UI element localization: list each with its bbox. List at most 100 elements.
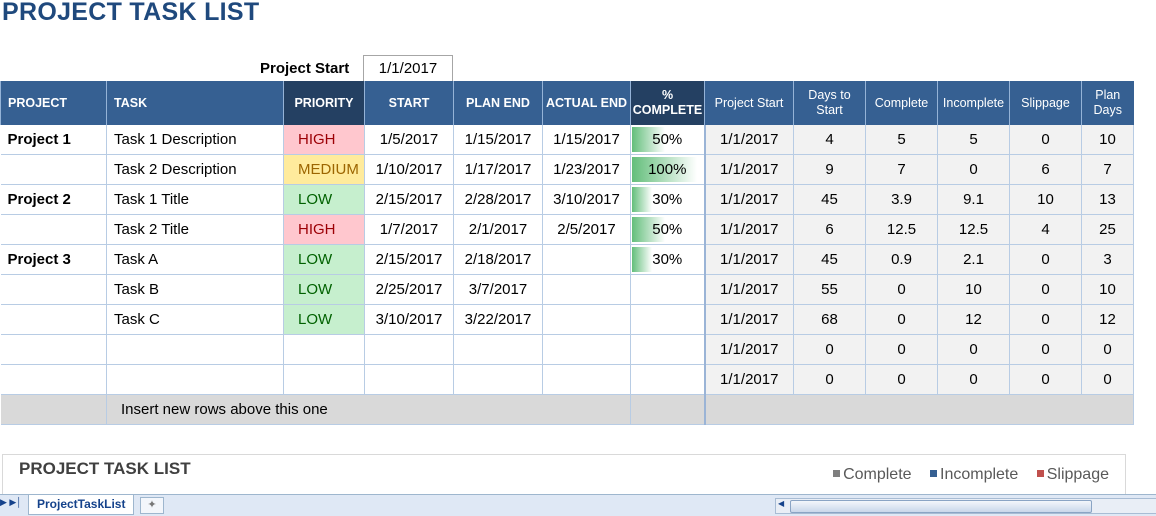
cell-start[interactable]: 1/5/2017 — [364, 125, 454, 155]
cell-start[interactable] — [364, 364, 454, 395]
cell-actual-end[interactable]: 1/23/2017 — [542, 154, 631, 185]
cell-actual-end[interactable]: 1/15/2017 — [542, 125, 631, 155]
cell-incomplete[interactable]: 0 — [937, 364, 1010, 395]
cell-plan-days[interactable]: 3 — [1081, 244, 1134, 275]
scroll-left-icon[interactable]: ◀ — [778, 499, 784, 508]
cell-project[interactable]: Project 2 — [0, 184, 107, 215]
cell-incomplete[interactable]: 9.1 — [937, 184, 1010, 215]
cell-priority[interactable]: LOW — [283, 184, 365, 215]
cell-project-start[interactable]: 1/1/2017 — [703, 214, 794, 245]
header-complete[interactable]: Complete — [865, 81, 938, 125]
cell-actual-end[interactable] — [542, 334, 631, 365]
cell-project[interactable] — [0, 214, 107, 245]
cell-project[interactable] — [0, 274, 107, 305]
cell-incomplete[interactable]: 12.5 — [937, 214, 1010, 245]
cell-plan-end[interactable] — [453, 364, 543, 395]
cell-plan-end[interactable]: 3/22/2017 — [453, 304, 543, 335]
cell-complete[interactable]: 0 — [865, 304, 938, 335]
header-actual-end[interactable]: ACTUAL END — [542, 81, 631, 125]
cell-priority[interactable]: LOW — [283, 304, 365, 335]
cell-slippage[interactable]: 0 — [1009, 304, 1082, 335]
cell-pct-complete[interactable]: 100% — [630, 154, 705, 185]
cell-complete[interactable]: 7 — [865, 154, 938, 185]
cell-pct-complete[interactable]: 50% — [630, 214, 705, 245]
cell-start[interactable] — [364, 334, 454, 365]
horizontal-scrollbar[interactable]: ◀ — [775, 498, 1156, 514]
cell-incomplete[interactable]: 5 — [937, 125, 1010, 155]
cell-incomplete[interactable]: 0 — [937, 154, 1010, 185]
cell-plan-days[interactable]: 0 — [1081, 364, 1134, 395]
cell-plan-days[interactable]: 25 — [1081, 214, 1134, 245]
cell-start[interactable]: 2/15/2017 — [364, 184, 454, 215]
cell-plan-days[interactable]: 0 — [1081, 334, 1134, 365]
cell-slippage[interactable]: 10 — [1009, 184, 1082, 215]
cell-complete[interactable]: 12.5 — [865, 214, 938, 245]
insert-sheet-icon[interactable]: ✦ — [140, 497, 164, 514]
cell-project-start[interactable]: 1/1/2017 — [703, 154, 794, 185]
cell-actual-end[interactable] — [542, 364, 631, 395]
cell-actual-end[interactable]: 2/5/2017 — [542, 214, 631, 245]
cell-plan-end[interactable]: 1/15/2017 — [453, 125, 543, 155]
cell-plan-end[interactable] — [453, 334, 543, 365]
cell-days-to-start[interactable]: 45 — [793, 244, 866, 275]
cell-plan-end[interactable]: 3/7/2017 — [453, 274, 543, 305]
cell-pct-complete[interactable] — [630, 334, 705, 365]
cell-plan-days[interactable]: 13 — [1081, 184, 1134, 215]
cell-start[interactable]: 1/10/2017 — [364, 154, 454, 185]
cell-incomplete[interactable]: 12 — [937, 304, 1010, 335]
header-priority[interactable]: PRIORITY — [283, 81, 365, 125]
cell-slippage[interactable]: 6 — [1009, 154, 1082, 185]
cell-task[interactable]: Task 2 Title — [106, 214, 284, 245]
header-incomplete[interactable]: Incomplete — [937, 81, 1010, 125]
cell-priority[interactable] — [283, 364, 365, 395]
cell-priority[interactable]: HIGH — [283, 214, 365, 245]
cell-slippage[interactable]: 0 — [1009, 125, 1082, 155]
header-pct-complete[interactable]: % COMPLETE — [630, 81, 705, 125]
cell-project[interactable]: Project 1 — [0, 125, 107, 155]
cell-start[interactable]: 2/15/2017 — [364, 244, 454, 275]
cell-project[interactable] — [0, 334, 107, 365]
cell-incomplete[interactable]: 10 — [937, 274, 1010, 305]
cell-project-start[interactable]: 1/1/2017 — [703, 274, 794, 305]
cell-plan-end[interactable]: 1/17/2017 — [453, 154, 543, 185]
cell-project[interactable]: Project 3 — [0, 244, 107, 275]
cell-task[interactable] — [106, 334, 284, 365]
cell-start[interactable]: 1/7/2017 — [364, 214, 454, 245]
header-plan-end[interactable]: PLAN END — [453, 81, 543, 125]
header-plan-days[interactable]: Plan Days — [1081, 81, 1134, 125]
cell-project[interactable] — [0, 304, 107, 335]
cell-project-start[interactable]: 1/1/2017 — [703, 184, 794, 215]
cell-slippage[interactable]: 0 — [1009, 274, 1082, 305]
sheet-tab-projecttasklist[interactable]: ProjectTaskList — [28, 495, 135, 515]
cell-days-to-start[interactable]: 4 — [793, 125, 866, 155]
cell-days-to-start[interactable]: 68 — [793, 304, 866, 335]
cell-plan-end[interactable]: 2/28/2017 — [453, 184, 543, 215]
cell-actual-end[interactable] — [542, 244, 631, 275]
cell-actual-end[interactable] — [542, 274, 631, 305]
cell-complete[interactable]: 5 — [865, 125, 938, 155]
cell-task[interactable]: Task C — [106, 304, 284, 335]
cell-plan-end[interactable]: 2/18/2017 — [453, 244, 543, 275]
cell-slippage[interactable]: 4 — [1009, 214, 1082, 245]
cell-plan-days[interactable]: 10 — [1081, 274, 1134, 305]
cell-priority[interactable]: LOW — [283, 244, 365, 275]
cell-project-start[interactable]: 1/1/2017 — [703, 364, 794, 395]
header-project-start[interactable]: Project Start — [704, 81, 794, 125]
cell-project-start[interactable]: 1/1/2017 — [703, 125, 794, 155]
header-days-to-start[interactable]: Days to Start — [793, 81, 866, 125]
cell-days-to-start[interactable]: 55 — [793, 274, 866, 305]
cell-incomplete[interactable]: 0 — [937, 334, 1010, 365]
cell-task[interactable]: Task A — [106, 244, 284, 275]
cell-pct-complete[interactable] — [630, 274, 705, 305]
cell-task[interactable] — [106, 364, 284, 395]
cell-plan-days[interactable]: 7 — [1081, 154, 1134, 185]
cell-complete[interactable]: 0 — [865, 334, 938, 365]
cell-project-start[interactable]: 1/1/2017 — [703, 304, 794, 335]
cell-slippage[interactable]: 0 — [1009, 244, 1082, 275]
cell-task[interactable]: Task 1 Title — [106, 184, 284, 215]
cell-project-start[interactable]: 1/1/2017 — [703, 244, 794, 275]
cell-days-to-start[interactable]: 0 — [793, 364, 866, 395]
header-task[interactable]: TASK — [106, 81, 284, 125]
cell-priority[interactable] — [283, 334, 365, 365]
cell-start[interactable]: 3/10/2017 — [364, 304, 454, 335]
